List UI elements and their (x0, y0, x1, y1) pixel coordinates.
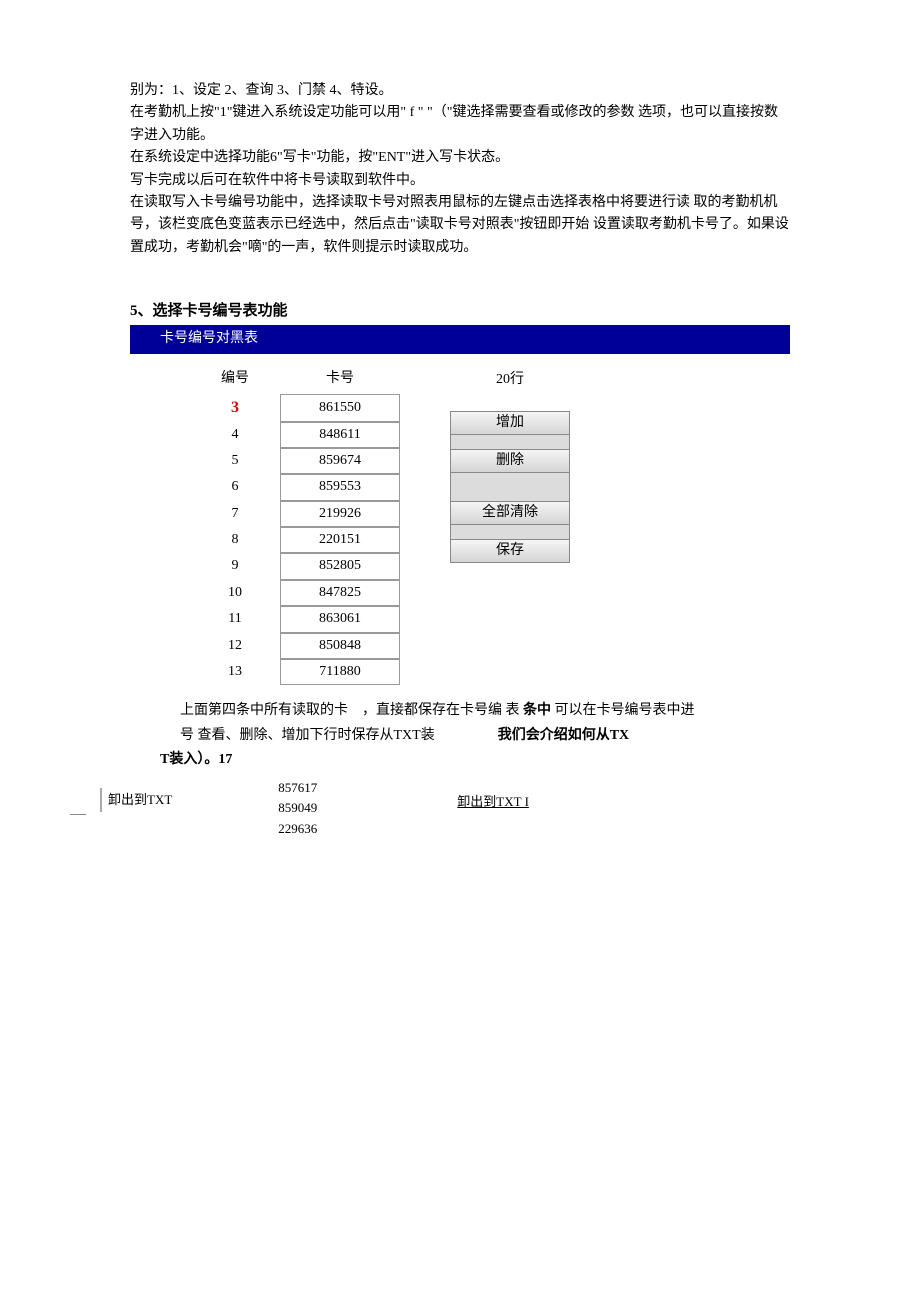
table-cell-card: 219926 (280, 501, 400, 527)
table-cell-card: 861550 (280, 394, 400, 422)
table-row[interactable]: 7219926 (190, 501, 400, 527)
bottom-description: 上面第四条中所有读取的卡 ，直接都保存在卡号编 表 条中 可以在卡号编号表中进 … (180, 700, 790, 771)
intro-line-1: 别为：1、设定 2、查询 3、门禁 4、特设。 (130, 80, 790, 102)
table-row[interactable]: 3861550 (190, 394, 400, 422)
extra-num: 857617 (278, 778, 317, 799)
table-row[interactable]: 6859553 (190, 474, 400, 500)
window-title-text: 卡号编号对黑表 (160, 331, 258, 346)
table-cell-card: 859553 (280, 474, 400, 500)
table-cell-num: 5 (190, 448, 280, 474)
bottom-seg-2b: 我们会介绍如何从TX (498, 728, 629, 743)
table-cell-card: 711880 (280, 659, 400, 685)
table-row[interactable]: 4848611 (190, 422, 400, 448)
save-button[interactable]: 保存 (450, 539, 570, 563)
section-title: 5、选择卡号编号表功能 (130, 299, 790, 323)
table-cell-num: 13 (190, 659, 280, 685)
button-spacer (450, 525, 570, 539)
divider (70, 814, 86, 815)
bottom-seg-1d: 可以在卡号编号表中进 (555, 703, 695, 718)
table-cell-num: 9 (190, 553, 280, 579)
table-header-card: 卡号 (280, 364, 400, 394)
delete-button[interactable]: 删除 (450, 449, 570, 473)
table-row[interactable]: 10847825 (190, 580, 400, 606)
button-spacer (450, 487, 570, 501)
bottom-seg-3: T装入）。17 (160, 749, 790, 771)
table-cell-card: 847825 (280, 580, 400, 606)
table-cell-card: 848611 (280, 422, 400, 448)
table-row[interactable]: 12850848 (190, 633, 400, 659)
table-cell-num: 3 (190, 394, 280, 422)
bottom-seg-1a: 上面第四条中所有读取的卡 (180, 703, 348, 718)
button-spacer (450, 435, 570, 449)
table-cell-num: 6 (190, 474, 280, 500)
bottom-seg-2a: 号 查看、删除、增加下行时保存从TXT装 (180, 728, 435, 743)
button-spacer (450, 473, 570, 487)
table-row[interactable]: 9852805 (190, 553, 400, 579)
extra-num: 229636 (278, 819, 317, 840)
clear-all-button[interactable]: 全部清除 (450, 501, 570, 525)
add-button[interactable]: 增加 (450, 411, 570, 435)
table-row[interactable]: 8220151 (190, 527, 400, 553)
table-header-num: 编号 (190, 364, 280, 394)
card-number-table[interactable]: 编号 卡号 3861550484861158596746859553721992… (190, 364, 400, 686)
table-cell-card: 852805 (280, 553, 400, 579)
ui-container: 编号 卡号 3861550484861158596746859553721992… (190, 364, 790, 686)
bottom-seg-1c: 条中 (523, 703, 551, 718)
table-cell-card: 850848 (280, 633, 400, 659)
export-txt-link[interactable]: 卸出到TXT I (457, 792, 529, 813)
row-count-label: 20行 (496, 369, 524, 391)
table-row[interactable]: 13711880 (190, 659, 400, 685)
table-cell-card: 859674 (280, 448, 400, 474)
table-row[interactable]: 5859674 (190, 448, 400, 474)
table-cell-num: 10 (190, 580, 280, 606)
table-cell-num: 8 (190, 527, 280, 553)
window-title-bar: 卡号编号对黑表 (130, 325, 790, 353)
intro-paragraphs: 别为：1、设定 2、查询 3、门禁 4、特设。 在考勤机上按"1"键进入系统设定… (130, 80, 790, 259)
extra-numbers-list: 857617 859049 229636 (278, 778, 317, 840)
table-cell-card: 863061 (280, 606, 400, 632)
intro-line-2: 在考勤机上按"1"键进入系统设定功能可以用" f " "（"键选择需要查看或修改… (130, 102, 790, 147)
export-txt-button[interactable]: 卸出到TXT (100, 788, 178, 813)
side-controls: 20行 增加 删除 全部清除 保存 (450, 369, 570, 563)
table-cell-num: 11 (190, 606, 280, 632)
table-cell-num: 4 (190, 422, 280, 448)
table-cell-num: 12 (190, 633, 280, 659)
intro-line-4: 写卡完成以后可在软件中将卡号读取到软件中。 (130, 170, 790, 192)
table-cell-card: 220151 (280, 527, 400, 553)
intro-line-5: 在读取写入卡号编号功能中，选择读取卡号对照表用鼠标的左键点击选择表格中将要进行读… (130, 192, 790, 259)
extra-num: 859049 (278, 798, 317, 819)
table-row[interactable]: 11863061 (190, 606, 400, 632)
bottom-seg-1b: ，直接都保存在卡号编 表 (362, 703, 520, 718)
extra-section: 卸出到TXT 857617 859049 229636 卸出到TXT I (100, 778, 790, 840)
intro-line-3: 在系统设定中选择功能6"写卡"功能，按"ENT"进入写卡状态。 (130, 147, 790, 169)
table-cell-num: 7 (190, 501, 280, 527)
